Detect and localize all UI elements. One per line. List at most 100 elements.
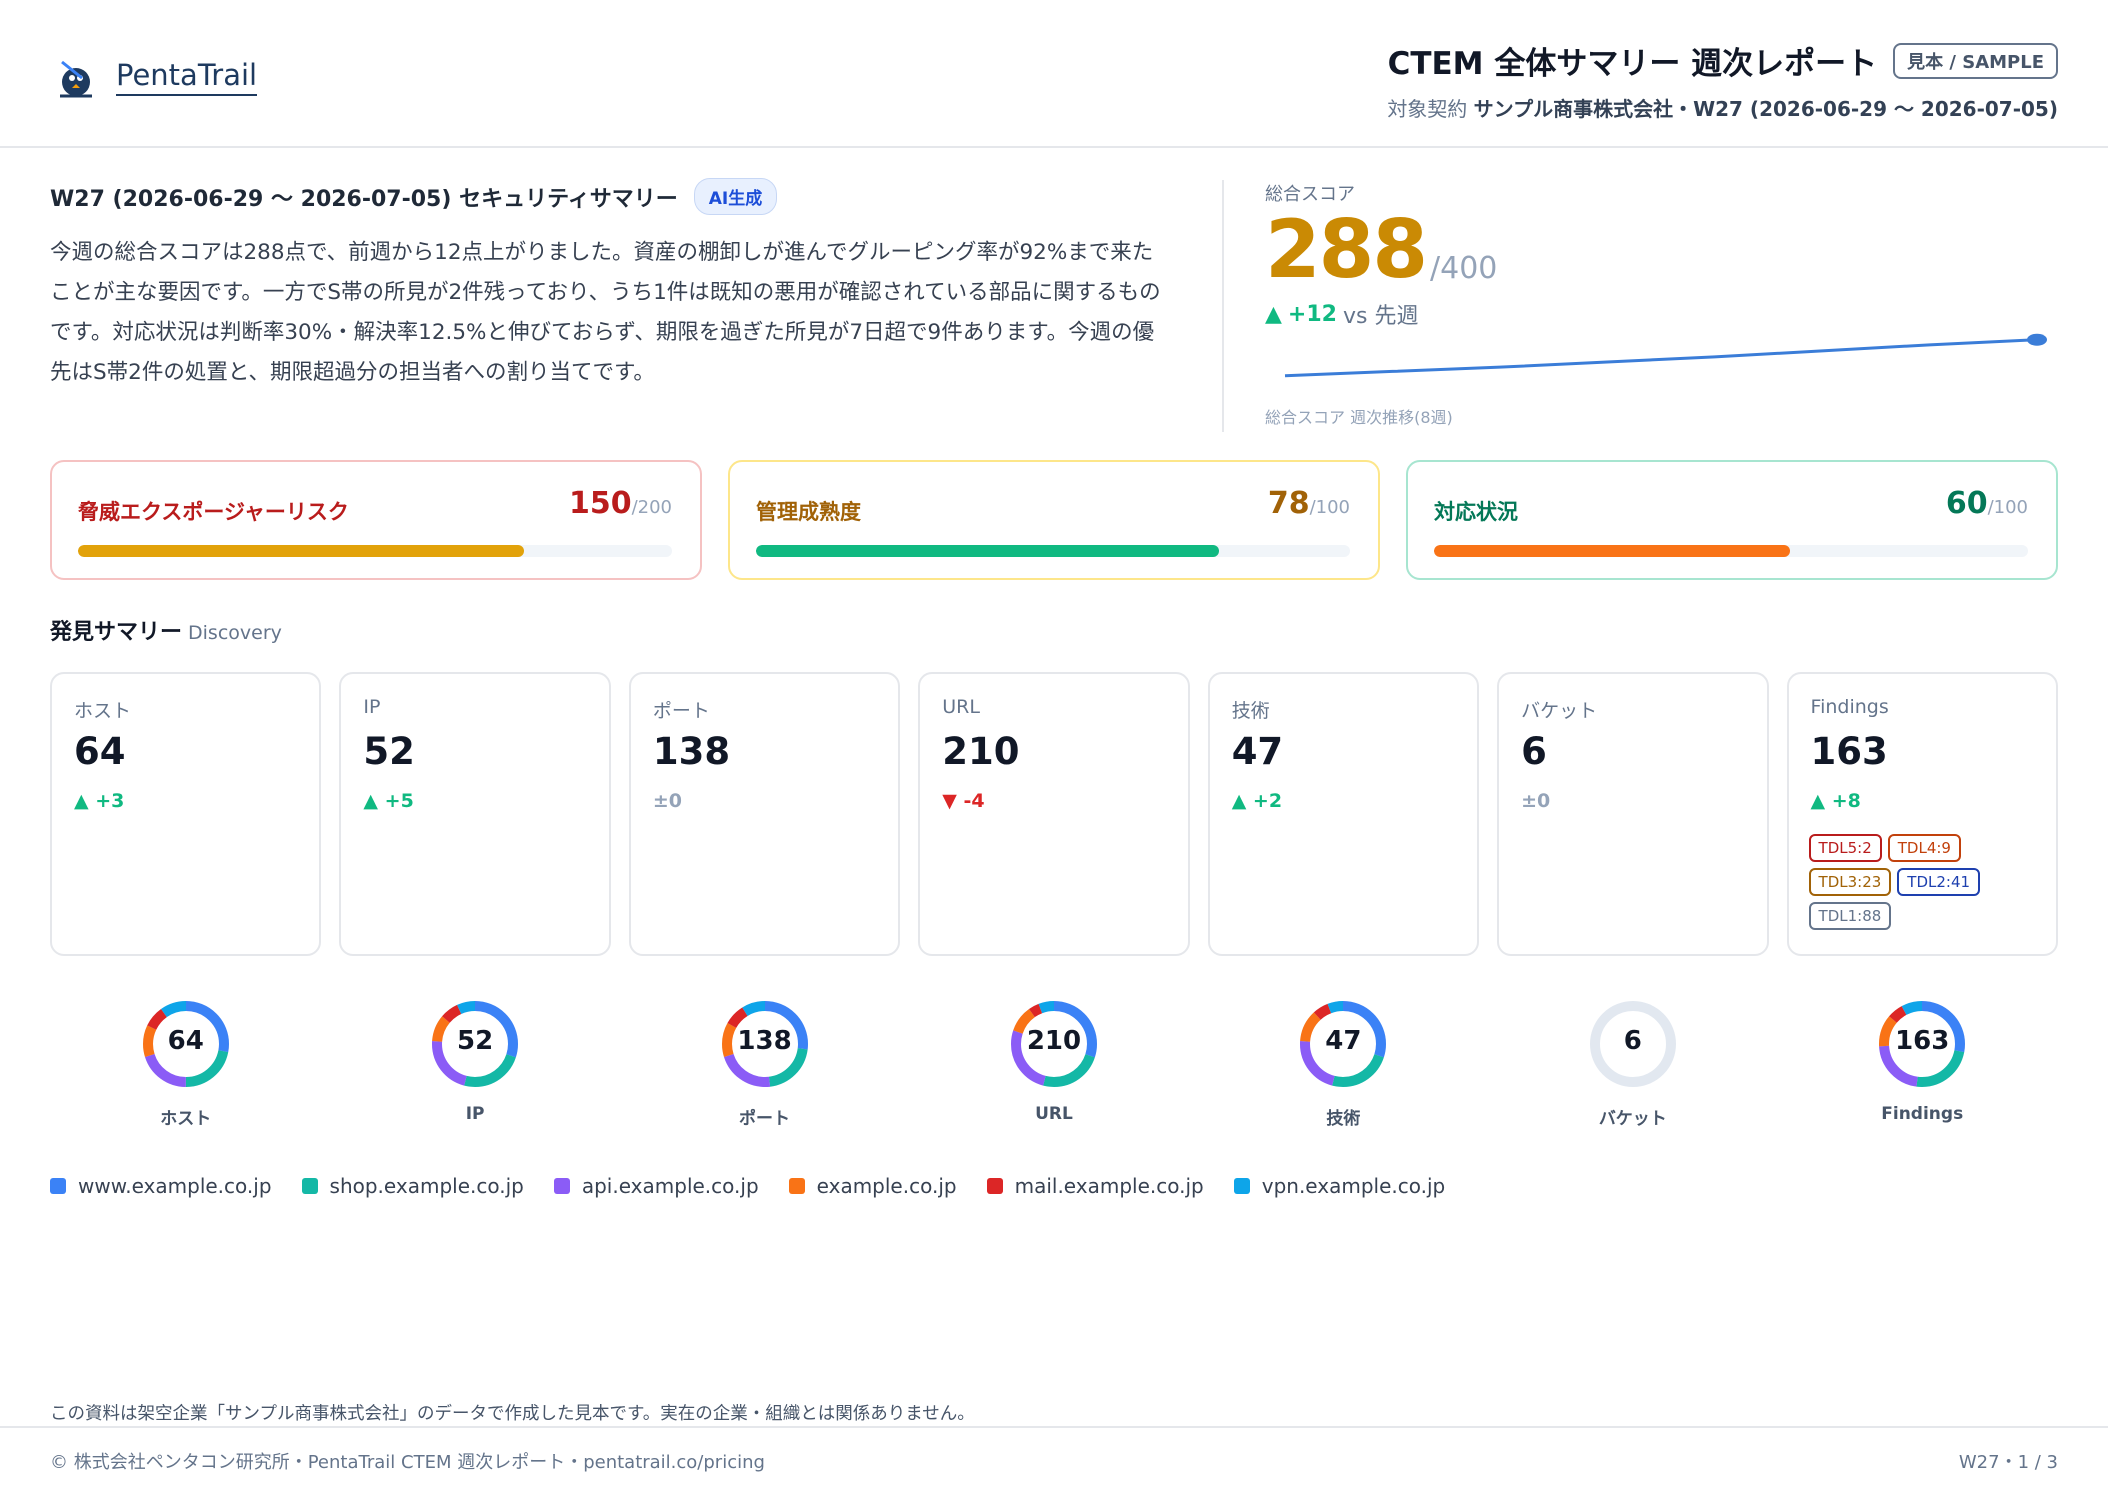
- metric-card-threat-exposure: 脅威エクスポージャーリスク 150/200: [50, 460, 702, 580]
- legend-item: api.example.co.jp: [553, 1174, 759, 1198]
- score-max: /400: [1430, 251, 1498, 286]
- logo-text: PentaTrail: [116, 58, 258, 96]
- legend-swatch: [986, 1178, 1003, 1194]
- score-trend-sparkline: [1284, 333, 2047, 378]
- card-label: ポート: [652, 700, 710, 722]
- metric-card-response-status: 対応状況 60/100: [1406, 460, 2058, 580]
- summary-title: W27 (2026-06-29 〜 2026-07-05) セキュリティサマリー: [50, 186, 678, 212]
- overall-score: 総合スコア 288 /400 ▲ +12 vs 先週 総合スコア 週次推移(8週…: [1265, 180, 2055, 427]
- card-delta: ▲ +3: [74, 790, 125, 812]
- contract-label: 対象契約: [1387, 97, 1468, 121]
- progress-track: [756, 545, 1350, 557]
- legend-label: shop.example.co.jp: [329, 1174, 524, 1198]
- card-value: 163: [1810, 730, 1888, 773]
- donut-center-value: 6: [1623, 1026, 1642, 1056]
- donut-label: URL: [1035, 1104, 1073, 1124]
- discovery-card: URL 210 ▼ -4: [918, 672, 1190, 956]
- contract-line: 対象契約 サンプル商事株式会社・W27 (2026-06-29 〜 2026-0…: [1387, 93, 2058, 122]
- card-value: 64: [74, 730, 126, 773]
- discovery-donuts: 64 ホスト 52 IP 138 ポート 210 URL 47 技術 6 バケット 163 Finding…: [50, 998, 2058, 1138]
- donut-chart: 47 技術: [1208, 998, 1479, 1138]
- progress-fill: [756, 545, 1220, 557]
- donut-label: IP: [465, 1104, 485, 1124]
- discovery-card: ホスト 64 ▲ +3: [50, 672, 322, 956]
- card-label: URL: [942, 696, 980, 718]
- discovery-card: IP 52 ▲ +5: [339, 672, 611, 956]
- discovery-subtitle: Discovery: [188, 622, 282, 644]
- discovery-title-text: 発見サマリー: [50, 620, 183, 645]
- vertical-divider: [1222, 180, 1224, 432]
- metric-name: 管理成熟度: [756, 500, 861, 524]
- metric-name: 脅威エクスポージャーリスク: [78, 500, 349, 524]
- penguin-logo-icon: [60, 60, 92, 98]
- donut-chart: 210 URL: [918, 998, 1189, 1138]
- donut-chart: 6 バケット: [1497, 998, 1768, 1138]
- donut-center-value: 210: [1026, 1026, 1082, 1056]
- legend-swatch: [553, 1178, 570, 1194]
- card-value: 52: [363, 730, 415, 773]
- discovery-title: 発見サマリー Discovery: [50, 614, 282, 646]
- discovery-card: ポート 138 ±0: [628, 672, 901, 956]
- trend-caption: 総合スコア 週次推移(8週): [1265, 408, 1453, 427]
- donut-chart: 138 ポート: [629, 998, 900, 1138]
- legend-item: example.co.jp: [788, 1174, 957, 1198]
- donut-center-value: 163: [1895, 1026, 1950, 1056]
- card-label: IP: [363, 696, 381, 718]
- donut-chart: 52 IP: [339, 998, 610, 1138]
- donut-chart: 64 ホスト: [50, 998, 321, 1138]
- progress-track: [78, 545, 672, 557]
- legend-label: mail.example.co.jp: [1014, 1174, 1204, 1198]
- card-value: 138: [652, 730, 731, 773]
- legend-label: vpn.example.co.jp: [1261, 1174, 1446, 1198]
- legend-swatch: [788, 1178, 805, 1194]
- donut-center-value: 138: [737, 1026, 792, 1056]
- card-label: ホスト: [74, 700, 132, 722]
- donut-label: Findings: [1881, 1104, 1964, 1124]
- legend-swatch: [301, 1178, 318, 1194]
- card-value: 6: [1521, 730, 1547, 773]
- progress-fill: [1434, 545, 1791, 557]
- report-title: CTEM 全体サマリー 週次レポート: [1387, 46, 1878, 82]
- card-label: Findings: [1810, 696, 1889, 718]
- tdl-badges: TDL5:2 TDL4:9 TDL3:23 TDL2:41 TDL1:88: [1808, 834, 2049, 930]
- metric-name: 対応状況: [1434, 500, 1518, 524]
- discovery-card: バケット 6 ±0: [1497, 672, 1769, 956]
- legend-item: vpn.example.co.jp: [1233, 1174, 1446, 1198]
- metric-value: 150/200: [568, 486, 672, 521]
- page-number: W27・1 / 3: [1958, 1452, 2058, 1473]
- card-label: 技術: [1231, 700, 1270, 722]
- tdl-badge: TDL5:2: [1808, 834, 1882, 862]
- metric-value: 60/100: [1945, 486, 2028, 521]
- legend-label: api.example.co.jp: [581, 1174, 759, 1198]
- card-delta: ±0: [652, 790, 682, 812]
- donut-label: ポート: [739, 1109, 791, 1129]
- domain-legend: www.example.co.jp shop.example.co.jp api.e…: [50, 1174, 1445, 1198]
- trend-line: [1284, 338, 2038, 378]
- legend-label: www.example.co.jp: [78, 1174, 272, 1198]
- security-summary: W27 (2026-06-29 〜 2026-07-05) セキュリティサマリー…: [50, 178, 1170, 393]
- tdl-badge: TDL3:23: [1808, 868, 1892, 896]
- card-value: 210: [942, 730, 1020, 773]
- footer-copyright: © 株式会社ペンタコン研究所・PentaTrail CTEM 週次レポート・pe…: [50, 1452, 765, 1473]
- metric-card-maturity: 管理成熟度 78/100: [728, 460, 1380, 580]
- legend-item: www.example.co.jp: [50, 1174, 272, 1198]
- legend-item: mail.example.co.jp: [986, 1174, 1204, 1198]
- metric-value: 78/100: [1267, 486, 1350, 521]
- legend-swatch: [1233, 1178, 1250, 1194]
- footer-divider: [0, 1426, 2108, 1428]
- ai-generated-badge: AI生成: [693, 178, 778, 215]
- discovery-card: Findings 163 ▲ +8 TDL5:2 TDL4:9 TDL3:23 TDL2:4…: [1786, 672, 2058, 956]
- donut-label: ホスト: [160, 1109, 212, 1129]
- progress-fill: [78, 545, 524, 557]
- summary-text: 今週の総合スコアは288点で、前週から12点上がりました。資産の棚卸しが進んでグ…: [50, 240, 1161, 385]
- trend-last-point: [2027, 333, 2047, 346]
- legend-item: shop.example.co.jp: [301, 1174, 524, 1198]
- donut-chart: 163 Findings: [1787, 998, 2058, 1138]
- header-right: CTEM 全体サマリー 週次レポート 見本 / SAMPLE 対象契約 サンプル…: [1387, 38, 2058, 122]
- report-header: PentaTrail CTEM 全体サマリー 週次レポート 見本 / SAMPL…: [0, 0, 2108, 148]
- tdl-badge: TDL1:88: [1808, 902, 1892, 930]
- donut-center-value: 64: [167, 1026, 204, 1056]
- discovery-card: 技術 47 ▲ +2: [1207, 672, 1480, 956]
- sample-badge: 見本 / SAMPLE: [1893, 42, 2058, 79]
- contract-value: サンプル商事株式会社・W27 (2026-06-29 〜 2026-07-05): [1473, 97, 2058, 121]
